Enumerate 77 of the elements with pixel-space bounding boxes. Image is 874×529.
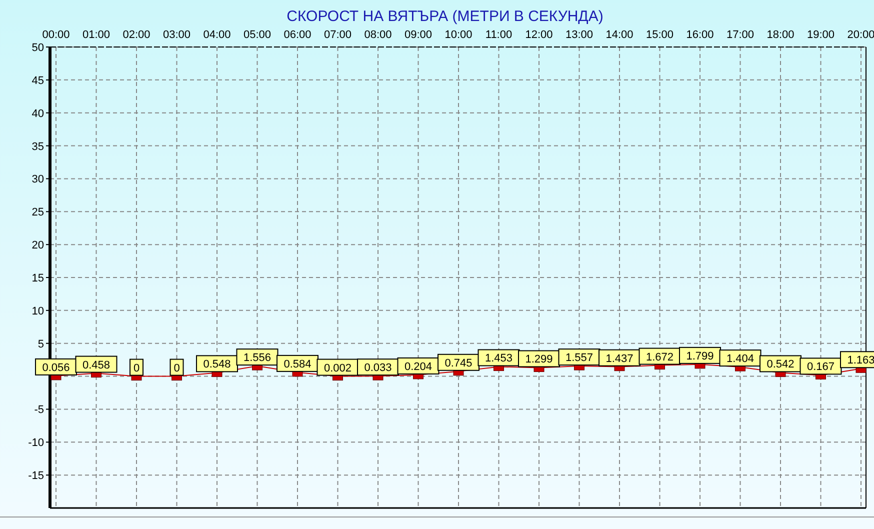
data-label: 0.458 (82, 359, 110, 372)
data-label: 0.584 (276, 354, 318, 372)
x-tick-label: 01:00 (82, 29, 110, 41)
x-tick-label: 06:00 (284, 29, 312, 41)
x-tick-label: 11:00 (485, 29, 512, 41)
data-label: 1.404 (726, 353, 754, 366)
x-tick-label: 07:00 (324, 29, 352, 41)
data-label: 0.458 (75, 356, 118, 373)
x-tick-label: 15:00 (646, 29, 674, 41)
x-tick-label: 10:00 (444, 29, 472, 41)
y-tick-label: -10 (28, 437, 44, 450)
x-tick-label: 16:00 (686, 29, 714, 41)
x-tick-label: 19:00 (806, 29, 835, 41)
data-label: 1.556 (236, 348, 278, 366)
data-label: 0.033 (364, 362, 392, 374)
data-label: 0.056 (35, 358, 77, 376)
data-label: 0.548 (196, 355, 238, 372)
y-tick-label: 30 (32, 174, 44, 186)
data-label: 0.548 (203, 358, 231, 371)
data-label: 0 (133, 362, 140, 374)
data-label: 0.167 (806, 361, 835, 374)
y-tick-label: 10 (32, 305, 44, 318)
data-label: 0.542 (760, 355, 802, 372)
data-label: 1.799 (679, 346, 721, 364)
data-label: 1.672 (638, 348, 681, 365)
data-label: 0 (130, 358, 144, 376)
y-tick-label: 45 (32, 74, 44, 87)
x-tick-label: 08:00 (364, 29, 392, 41)
data-label: 1.404 (719, 350, 762, 367)
data-label: 1.672 (646, 351, 674, 364)
x-tick-label: 04:00 (203, 29, 231, 41)
x-tick-label: 13:00 (565, 29, 594, 41)
data-label: 0 (170, 358, 184, 376)
data-label: 1.299 (518, 350, 560, 368)
data-label: 0.033 (357, 358, 399, 376)
data-label: 0.002 (316, 358, 359, 376)
data-label: 1.557 (558, 348, 600, 366)
data-label: 0.002 (324, 362, 352, 374)
data-label: 0.056 (42, 362, 70, 374)
data-label: 0.745 (438, 354, 480, 371)
x-tick-label: 12:00 (525, 29, 553, 41)
y-tick-label: -5 (34, 404, 44, 416)
x-tick-label: 18:00 (766, 29, 794, 41)
data-label: 1.299 (525, 354, 553, 366)
x-tick-label: 09:00 (404, 29, 432, 41)
y-tick-label: 40 (32, 108, 44, 120)
y-tick-label: 5 (38, 338, 44, 350)
data-label: 0.542 (766, 358, 794, 371)
data-label: 1.557 (565, 352, 594, 364)
x-tick-label: 05:00 (243, 29, 272, 41)
x-tick-label: 03:00 (162, 29, 191, 41)
y-tick-label: -15 (28, 470, 44, 482)
x-tick-label: 20:00 (847, 29, 874, 41)
y-tick-label: 25 (32, 206, 44, 219)
data-label: 1.163 (840, 351, 874, 368)
data-label: 1.437 (598, 349, 640, 366)
data-label: 0.584 (284, 358, 312, 370)
x-tick-label: 00:00 (42, 29, 70, 41)
x-tick-label: 14:00 (606, 29, 634, 41)
y-tick-label: 15 (32, 272, 44, 284)
data-label: 1.556 (243, 352, 272, 364)
y-tick-label: 20 (32, 240, 44, 252)
y-tick-label: 50 (32, 42, 44, 54)
data-label: 1.453 (484, 352, 513, 365)
data-label: 0.204 (404, 360, 432, 373)
data-label: 0 (174, 362, 180, 374)
data-label: 0.204 (397, 357, 440, 374)
data-label: 1.437 (606, 352, 634, 365)
data-label: 1.453 (478, 349, 520, 366)
chart-title: СКОРОСТ НА ВЯТЪРА (МЕТРИ В СЕКУНДА) (286, 8, 604, 25)
data-label: 0.745 (444, 357, 472, 370)
y-tick-label: 35 (32, 140, 44, 153)
data-label: 1.799 (686, 350, 714, 362)
data-label: 0.167 (800, 358, 842, 375)
data-label: 1.163 (847, 354, 874, 367)
x-tick-label: 17:00 (726, 29, 754, 41)
x-tick-label: 02:00 (122, 29, 150, 41)
